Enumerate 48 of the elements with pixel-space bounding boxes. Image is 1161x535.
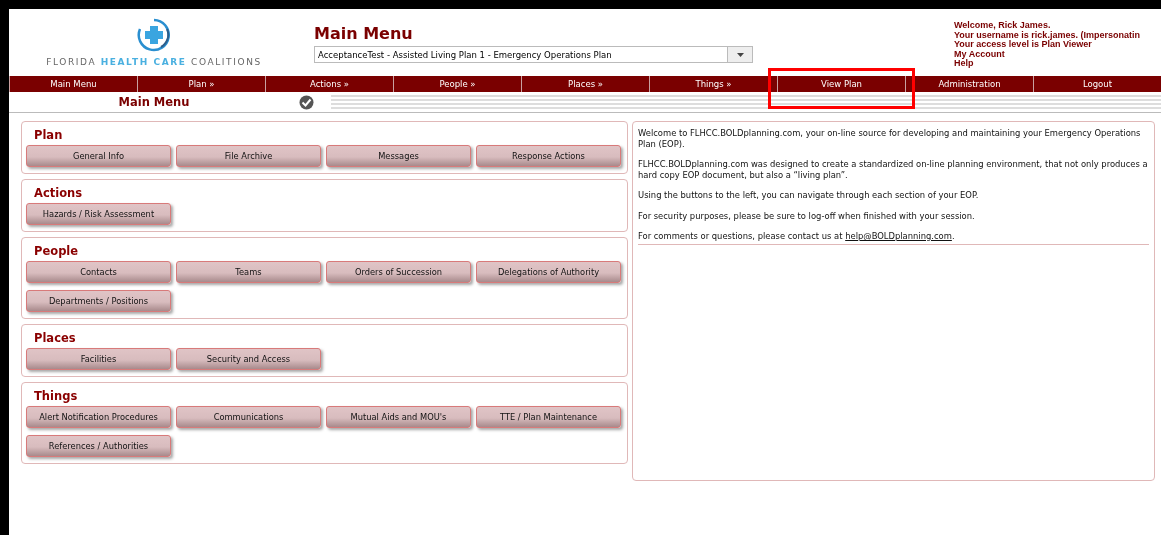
menu-button[interactable]: Alert Notification Procedures [26, 406, 171, 428]
menu-button[interactable]: Delegations of Authority [476, 261, 621, 283]
info-paragraph: FLHCC.BOLDplanning.com was designed to create a standardized on-line planning environment, that not only produces a hard copy EOP document, but also a “living plan”. [638, 159, 1149, 180]
menu-button[interactable]: Departments / Positions [26, 290, 171, 312]
medical-cross-logo-icon [136, 17, 172, 53]
menu-button[interactable]: File Archive [176, 145, 321, 167]
nav-link[interactable]: Main Menu [50, 79, 97, 89]
user-link[interactable]: Help [954, 59, 974, 69]
nav-link[interactable]: Administration [938, 79, 1001, 89]
nav-link[interactable]: Things » [695, 79, 732, 89]
nav-link[interactable]: Logout [1082, 79, 1113, 89]
nav-link[interactable]: People » [439, 79, 476, 89]
menu-button[interactable]: Teams [176, 261, 321, 283]
menu-button[interactable]: Mutual Aids and MOU's [326, 406, 471, 428]
group-heading: Actions [34, 186, 84, 200]
section-title: Main Menu [117, 95, 191, 109]
menu-button[interactable]: Orders of Succession [326, 261, 471, 283]
nav-link[interactable]: Actions » [310, 79, 349, 89]
user-info-text: Your username is rick.james. (Impersonatin [954, 30, 1140, 41]
email-link[interactable]: help@BOLDplanning.com [845, 231, 952, 241]
group-heading: People [34, 244, 80, 258]
info-paragraph: For security purposes, please be sure to log-off when finished with your session. [638, 210, 976, 221]
info-paragraph: Welcome to FLHCC.BOLDplanning.com, your on-line source for developing and maintaining your Emergency Operations Plan (EOP). [638, 128, 1142, 149]
menu-button[interactable]: Hazards / Risk Assessment [26, 203, 171, 225]
user-link[interactable]: My Account [954, 49, 1005, 60]
dropdown-arrow-icon [736, 52, 744, 57]
group-heading: Things [34, 389, 79, 403]
menu-button[interactable]: General Info [26, 145, 171, 167]
group-heading: Places [34, 331, 77, 345]
info-paragraph: For comments or questions, please contact us at help@BOLDplanning.com. [638, 231, 1149, 245]
nav-link[interactable]: View Plan [821, 79, 862, 89]
menu-button[interactable]: Messages [326, 145, 471, 167]
user-info-text: Your access level is Plan Viewer [954, 40, 1092, 50]
group-heading: Plan [34, 128, 64, 142]
nav-link[interactable]: Plan » [188, 79, 215, 89]
menu-button[interactable]: Security and Access [176, 348, 321, 370]
menu-button[interactable]: TTE / Plan Maintenance [476, 406, 621, 428]
menu-button[interactable]: Contacts [26, 261, 171, 283]
menu-button[interactable]: References / Authorities [26, 435, 171, 457]
plan-dropdown[interactable]: AcceptanceTest - Assisted Living Plan 1 - Emergency Operations Plan [314, 46, 753, 63]
page-title: Main Menu [314, 24, 414, 43]
logo-wordmark: FLORIDA HEALTH CARE COALITIONS [46, 57, 262, 67]
nav-link[interactable]: Places » [568, 79, 603, 89]
menu-button[interactable]: Facilities [26, 348, 171, 370]
user-info-text: Welcome, Rick James. [954, 21, 1051, 31]
menu-button[interactable]: Communications [176, 406, 321, 428]
menu-button[interactable]: Response Actions [476, 145, 621, 167]
info-paragraph: Using the buttons to the left, you can navigate through each section of your EOP. [638, 190, 980, 201]
